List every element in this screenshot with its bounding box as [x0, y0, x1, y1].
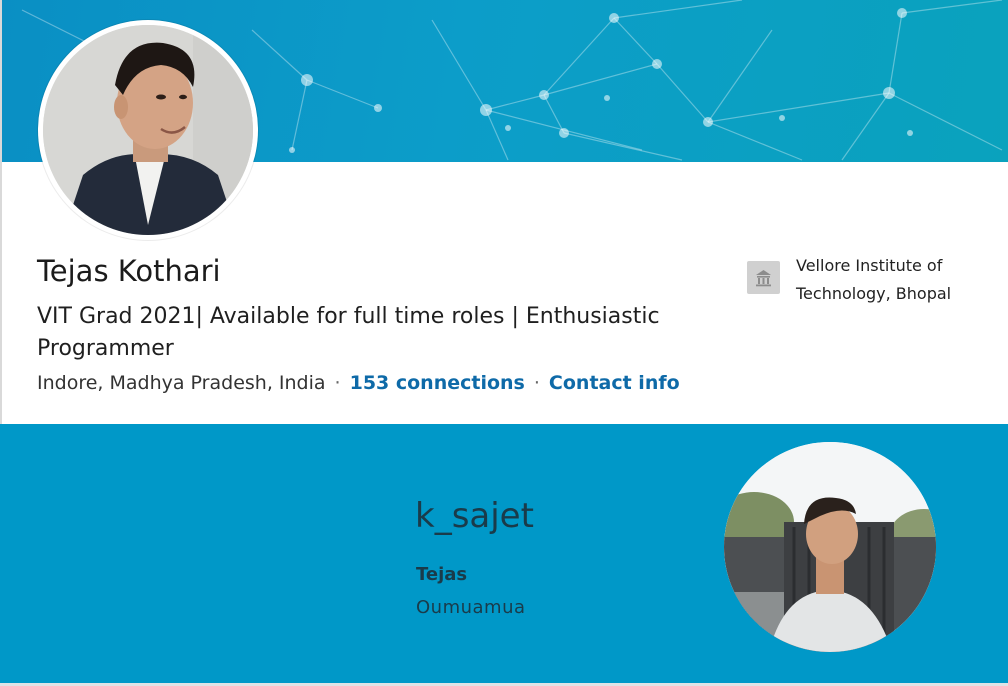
profile-location: Indore, Madhya Pradesh, India [37, 372, 326, 394]
institution-icon [747, 261, 780, 294]
profile-photo[interactable] [38, 20, 258, 240]
education-name: Vellore Institute of Technology, Bhopal [796, 256, 952, 303]
profile-meta-line: Indore, Madhya Pradesh, India · 153 connec… [37, 372, 680, 394]
separator-dot: · [334, 372, 341, 394]
instagram-profile-photo[interactable] [724, 442, 936, 652]
profile-name: Tejas Kothari [37, 254, 221, 288]
contact-info-link[interactable]: Contact info [549, 372, 680, 394]
separator-dot: · [533, 372, 540, 394]
profile-headline: VIT Grad 2021| Available for full time r… [37, 304, 660, 361]
username-handle: k_sajet [415, 496, 534, 536]
linkedin-profile-card: Tejas Kothari VIT Grad 2021| Available f… [0, 0, 1008, 424]
bio-text: Oumuamua [416, 597, 526, 618]
display-name: Tejas [416, 564, 468, 585]
profile-photo-image [43, 25, 253, 235]
connections-link[interactable]: 153 connections [350, 372, 525, 394]
